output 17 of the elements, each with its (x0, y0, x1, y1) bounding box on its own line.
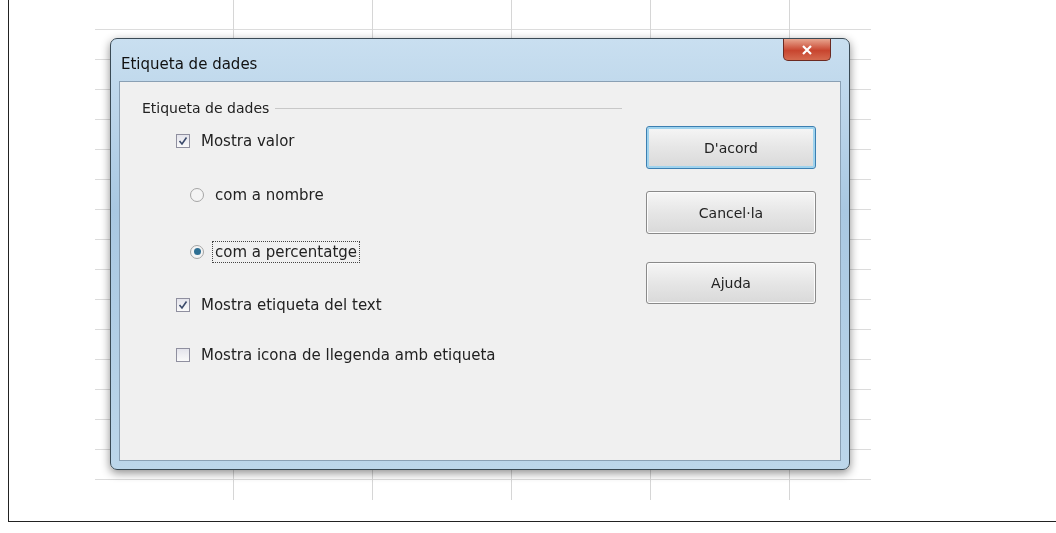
radio-button[interactable] (190, 244, 204, 259)
checkbox[interactable] (176, 134, 190, 148)
option-label[interactable]: Mostra valor (198, 130, 298, 152)
checkbox[interactable] (176, 298, 190, 312)
close-button[interactable] (783, 39, 831, 61)
group-label: Etiqueta de dades (142, 100, 270, 116)
option-label[interactable]: Mostra icona de llegenda amb etiqueta (198, 344, 499, 366)
close-icon (802, 44, 812, 55)
option-label[interactable]: com a percentatge (212, 240, 361, 263)
window-title: Etiqueta de dades (120, 54, 258, 73)
checkbox[interactable] (176, 348, 190, 362)
dialog-button[interactable]: D'acord (646, 126, 816, 169)
option-label[interactable]: com a nombre (212, 183, 327, 206)
radio-button[interactable] (190, 187, 204, 202)
option-label[interactable]: Mostra etiqueta del text (198, 294, 385, 316)
dialog-button[interactable]: Cancel·la (646, 191, 816, 234)
dialog-button[interactable]: Ajuda (646, 262, 816, 304)
